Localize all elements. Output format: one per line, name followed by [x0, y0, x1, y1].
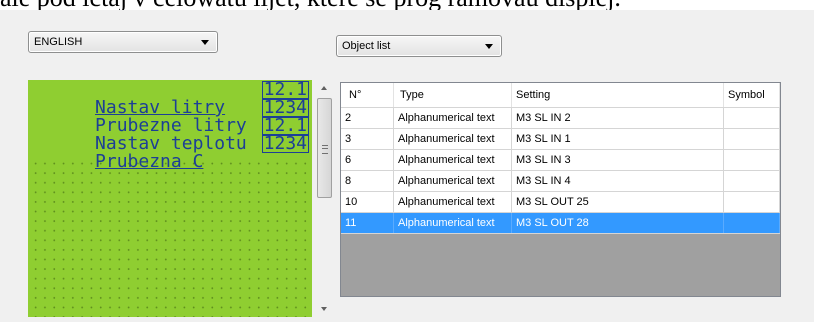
vertical-scrollbar[interactable] [316, 80, 333, 317]
cell-setting: M3 SL OUT 28 [512, 213, 724, 233]
cell-symbol [724, 171, 780, 191]
table-row[interactable]: 6 Alphanumerical text M3 SL IN 3 [341, 150, 780, 171]
language-dropdown-value: ENGLISH [34, 36, 83, 48]
cell-symbol [724, 213, 780, 233]
lcd-text-area: Nastav litry 12.1 Prubezne litry 1234 Na… [28, 80, 312, 171]
scroll-grip-icon [322, 145, 328, 154]
column-header-symbol[interactable]: Symbol [724, 83, 780, 107]
cell-symbol [724, 129, 780, 149]
object-view-dropdown[interactable]: Object list [336, 35, 502, 57]
scroll-down-arrow-icon[interactable] [321, 307, 327, 311]
cell-setting: M3 SL IN 1 [512, 129, 724, 149]
cell-number: 11 [341, 213, 394, 233]
column-header-number[interactable]: N° [341, 83, 394, 107]
scroll-up-arrow-icon[interactable] [321, 86, 327, 90]
table-row[interactable]: 11 Alphanumerical text M3 SL OUT 28 [341, 213, 780, 234]
column-header-setting[interactable]: Setting [512, 83, 724, 107]
cell-type: Alphanumerical text [394, 192, 512, 212]
cell-symbol [724, 108, 780, 128]
cell-setting: M3 SL IN 3 [512, 150, 724, 170]
cell-setting: M3 SL IN 4 [512, 171, 724, 191]
cell-type: Alphanumerical text [394, 171, 512, 191]
cell-number: 6 [341, 150, 394, 170]
table-row[interactable]: 8 Alphanumerical text M3 SL IN 4 [341, 171, 780, 192]
object-list-table: N° Type Setting Symbol 2 Alphanumerical … [340, 82, 781, 297]
cell-symbol [724, 192, 780, 212]
cell-setting: M3 SL OUT 25 [512, 192, 724, 212]
cell-number: 2 [341, 108, 394, 128]
column-header-type[interactable]: Type [394, 83, 512, 107]
cell-setting: M3 SL IN 2 [512, 108, 724, 128]
cell-symbol [724, 150, 780, 170]
cell-number: 3 [341, 129, 394, 149]
lcd-line-value: 1234 [261, 133, 309, 154]
scrollbar-thumb[interactable] [317, 98, 332, 198]
cell-type: Alphanumerical text [394, 150, 512, 170]
cell-number: 8 [341, 171, 394, 191]
cell-type: Alphanumerical text [394, 213, 512, 233]
lcd-display-preview: Nastav litry 12.1 Prubezne litry 1234 Na… [28, 80, 312, 317]
cell-type: Alphanumerical text [394, 108, 512, 128]
language-dropdown[interactable]: ENGLISH [28, 31, 218, 53]
table-row[interactable]: 3 Alphanumerical text M3 SL IN 1 [341, 129, 780, 150]
table-header: N° Type Setting Symbol [341, 83, 780, 108]
dropdown-arrow-icon [485, 44, 493, 49]
object-view-dropdown-value: Object list [342, 40, 391, 52]
dropdown-arrow-icon [201, 40, 209, 45]
table-row[interactable]: 2 Alphanumerical text M3 SL IN 2 [341, 108, 780, 129]
lcd-line-label: Prubezna C [95, 151, 204, 172]
document-text-fragment: ale pod íctaj v celowatu lijet, které se… [0, 0, 814, 10]
table-row[interactable]: 10 Alphanumerical text M3 SL OUT 25 [341, 192, 780, 213]
lcd-line[interactable]: Prubezna C 1234 [30, 133, 312, 171]
cell-type: Alphanumerical text [394, 129, 512, 149]
cell-number: 10 [341, 192, 394, 212]
